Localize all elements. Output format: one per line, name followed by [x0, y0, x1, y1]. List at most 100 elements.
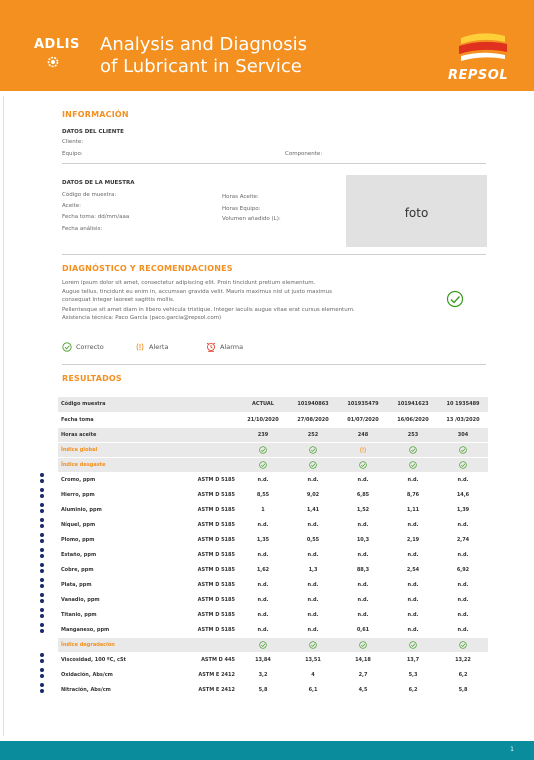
value-cell: 1	[238, 502, 288, 518]
diagnosis-line: consequat Integer laoreet sagittis molli…	[62, 297, 175, 303]
sample-data-heading: DATOS DE LA MUESTRA	[62, 180, 135, 186]
value-cell: n.d.	[238, 577, 288, 593]
legend-correct: Correcto	[76, 343, 104, 351]
value-cell: n.d.	[238, 622, 288, 638]
legend-alert: Alerta	[149, 343, 169, 351]
value-cell: n.d.	[338, 472, 388, 488]
alert-icon	[135, 342, 145, 352]
value-cell: n.d.	[338, 592, 388, 608]
check-circle-icon	[288, 442, 338, 458]
row-label: Código muestra	[58, 397, 146, 413]
test-standard: ASTM D 5185	[146, 532, 238, 548]
added-volume-label: Volumen añadido (L):	[222, 216, 281, 222]
check-circle-icon	[388, 637, 438, 653]
logo-wordmark: REPSOL	[448, 68, 509, 83]
value-cell: 13,51	[288, 652, 338, 668]
value-cell: 1,52	[338, 502, 388, 518]
value-cell: n.d.	[438, 592, 488, 608]
value-cell: 5,8	[438, 682, 488, 698]
value-cell: 4	[288, 667, 338, 683]
index-row: Índice desgaste	[58, 457, 488, 473]
header-cell: 27/08/2020	[288, 412, 338, 428]
value-cell: 5,3	[388, 667, 438, 683]
check-circle-icon	[388, 457, 438, 473]
value-cell: n.d.	[438, 547, 488, 563]
bullet-dot	[40, 568, 44, 573]
value-cell: n.d.	[288, 547, 338, 563]
sample-code-label: Código de muestra:	[62, 192, 117, 198]
value-cell: n.d.	[288, 622, 338, 638]
header-cell: 10 1935489	[438, 397, 488, 413]
table-row: Cobre, ppm ASTM D 5185 1,62 1,3 88,3 2,54 6,92	[58, 562, 488, 578]
parameter-name: Titanio, ppm	[58, 607, 146, 623]
report-page: ADLIS Analysis and Diagnosis of Lubrican…	[0, 0, 534, 760]
table-header-row: Código muestra ACTUAL 101940863 101935479 10…	[58, 397, 488, 413]
value-cell: n.d.	[438, 622, 488, 638]
value-cell: n.d.	[388, 622, 438, 638]
value-cell: n.d.	[388, 547, 438, 563]
parameter-name: Plomo, ppm	[58, 532, 146, 548]
value-cell: 2,74	[438, 532, 488, 548]
test-standard: ASTM D 5185	[146, 487, 238, 503]
component-label: Componente:	[285, 151, 323, 157]
value-cell: 6,1	[288, 682, 338, 698]
photo-placeholder: foto	[346, 175, 487, 247]
value-cell: n.d.	[338, 577, 388, 593]
bullet-dot	[40, 478, 44, 483]
value-cell: 8,55	[238, 487, 288, 503]
test-standard: ASTM D 5185	[146, 547, 238, 563]
analysis-date-label: Fecha análisis:	[62, 226, 103, 232]
client-data-heading: DATOS DEL CLIENTE	[62, 129, 124, 135]
bullet-dot	[40, 472, 44, 477]
value-cell: 3,2	[238, 667, 288, 683]
header-cell: 304	[438, 427, 488, 443]
value-cell: 4,5	[338, 682, 388, 698]
value-cell: 1,39	[438, 502, 488, 518]
check-circle-icon	[438, 442, 488, 458]
check-circle-icon	[288, 637, 338, 653]
check-circle-icon	[238, 637, 288, 653]
table-row: Viscosidad, 100 ºC, cSt ASTM D 445 13,84 13…	[58, 652, 488, 668]
value-cell: 1,11	[388, 502, 438, 518]
header-cell: ACTUAL	[238, 397, 288, 413]
empty-cell	[146, 397, 238, 413]
divider	[62, 364, 486, 365]
table-row: Nitración, Abs/cm ASTM E 2412 5,8 6,1 4,5 6,2…	[58, 682, 488, 698]
value-cell: 6,92	[438, 562, 488, 578]
value-cell: 6,85	[338, 487, 388, 503]
bullet-dot	[40, 487, 44, 492]
check-circle-icon	[388, 442, 438, 458]
header-banner: ADLIS Analysis and Diagnosis of Lubrican…	[0, 0, 534, 91]
parameter-name: Vanadio, ppm	[58, 592, 146, 608]
photo-label: foto	[404, 206, 429, 220]
bullet-dot	[40, 667, 44, 672]
test-standard: ASTM D 5185	[146, 592, 238, 608]
empty-cell	[146, 442, 238, 458]
test-standard: ASTM D 5185	[146, 517, 238, 533]
value-cell: n.d.	[338, 607, 388, 623]
value-cell: n.d.	[388, 607, 438, 623]
header-cell: 101935479	[338, 397, 388, 413]
table-row: Níquel, ppm ASTM D 5185 n.d. n.d. n.d. n.d. n.…	[58, 517, 488, 533]
value-cell: n.d.	[288, 577, 338, 593]
diagnosis-line: Augue tellus, tincidunt eu enim in, accu…	[62, 288, 333, 295]
value-cell: n.d.	[238, 517, 288, 533]
check-circle-icon	[438, 637, 488, 653]
bullet-dot	[40, 493, 44, 498]
bullet-dot	[40, 532, 44, 537]
bullet-dot	[40, 592, 44, 597]
value-cell: 88,3	[338, 562, 388, 578]
test-standard: ASTM D 5185	[146, 472, 238, 488]
table-row: Plomo, ppm ASTM D 5185 1,35 0,55 10,3 2,19 2,7…	[58, 532, 488, 548]
parameter-name: Viscosidad, 100 ºC, cSt	[58, 652, 146, 668]
value-cell: 2,7	[338, 667, 388, 683]
empty-cell	[146, 427, 238, 443]
bullet-dot	[40, 547, 44, 552]
table-row: Cromo, ppm ASTM D 5185 n.d. n.d. n.d. n.d. n.d…	[58, 472, 488, 488]
check-circle-icon	[288, 457, 338, 473]
table-row: Aluminio, ppm ASTM D 5185 1 1,41 1,52 1,11 1,3…	[58, 502, 488, 518]
header-cell: 101940863	[288, 397, 338, 413]
value-cell: n.d.	[388, 472, 438, 488]
diagnosis-line: Lorem ipsum dolor sit amet, consectetur …	[62, 280, 316, 286]
value-cell: 13,84	[238, 652, 288, 668]
